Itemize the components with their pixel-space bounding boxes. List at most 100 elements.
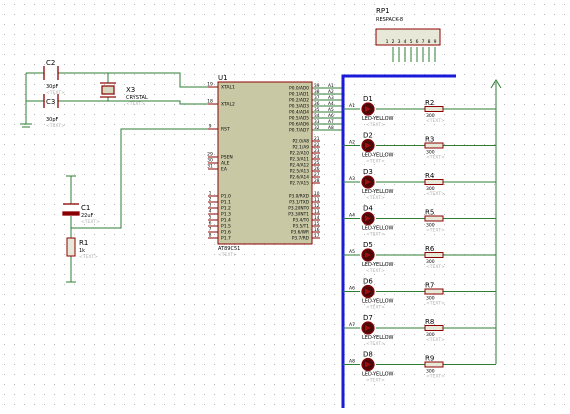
led-ref: D3 (363, 168, 373, 176)
c2-ref: C2 (46, 59, 55, 67)
led-text: <TEXT> (366, 232, 385, 238)
c1-value: 22uF (81, 213, 94, 219)
x3-ref: X3 (126, 86, 135, 94)
u1-pin-name-1: P1.0 (221, 194, 231, 200)
led-value: LED-YELLOW (362, 372, 394, 378)
u1-pin-num-9: 9 (209, 124, 212, 130)
led-net-label: A3 (349, 176, 355, 182)
u1-pin-num-39: 39 (314, 83, 320, 89)
u1-pin-name-34: P0.5/AD5 (289, 116, 309, 122)
resistor-ref: R5 (425, 209, 434, 217)
rp1-pin-labels: 123456789 (386, 39, 437, 45)
led-net-label: A4 (349, 213, 355, 219)
u1-pin-num-33: 33 (314, 119, 320, 125)
u1-pin-name-19: XTAL1 (221, 85, 235, 91)
led-ref: D4 (363, 205, 373, 213)
schematic-canvas[interactable]: RP1 RESPACK-8 123456789 C2 30pF <TEXT> C… (0, 0, 570, 414)
r1-resistor[interactable] (66, 237, 76, 257)
u1-pin-num-21: 21 (314, 136, 320, 142)
resistor-text: <TEXT> (426, 301, 445, 307)
u1-pin-num-31: 31 (207, 164, 213, 170)
x3-text: <TEXT> (126, 101, 145, 107)
u1-pin-name-10: P3.0/RXD (289, 194, 310, 200)
u1-pin-num-26: 26 (314, 166, 320, 172)
resistor-r9[interactable] (424, 361, 444, 368)
u1-pin-name-37: P0.2/AD2 (289, 98, 309, 104)
u1-pin-num-36: 36 (314, 101, 320, 107)
resistor-r7[interactable] (424, 288, 444, 295)
u1-pin-num-13: 13 (314, 209, 320, 215)
u1-pin-name-38: P0.1/AD1 (289, 92, 309, 98)
u1-pin-name-26: P2.5/A13 (290, 169, 310, 175)
u1-pin-num-1: 1 (209, 191, 212, 197)
resistor-ref: R3 (425, 136, 434, 144)
u1-pin-name-9: RST (221, 127, 230, 133)
u1-pin-name-5: P1.4 (221, 218, 231, 224)
net-label-A7: A7 (328, 119, 334, 125)
u1-pin-name-16: P3.6/WR (291, 230, 309, 236)
u1-pin-name-32: P0.7/AD7 (289, 128, 309, 134)
resistor-r8[interactable] (424, 325, 444, 331)
rp1-pin-2: 2 (392, 39, 395, 45)
resistor-r4[interactable] (424, 179, 444, 185)
led-value: LED-YELLOW (362, 153, 394, 159)
u1-pin-num-15: 15 (314, 221, 320, 227)
rp1-pin-3: 3 (398, 39, 401, 45)
u1-pin-num-34: 34 (314, 113, 320, 119)
u1-pin-name-24: P2.3/A11 (290, 157, 310, 163)
led-net-label: A2 (349, 140, 355, 146)
u1-pin-name-33: P0.6/AD6 (289, 122, 309, 128)
resistor-text: <TEXT> (426, 118, 445, 124)
u1-pin-num-17: 17 (314, 233, 320, 239)
led-value: LED-YELLOW (362, 299, 394, 305)
u1-pin-name-12: P3.2/INT0 (288, 206, 309, 212)
u1-pin-num-2: 2 (209, 197, 212, 203)
u1-pin-num-7: 7 (209, 227, 212, 233)
u1-part: AT89C51 (218, 246, 240, 252)
rp1-pin-4: 4 (404, 39, 407, 45)
c3-ref: C3 (46, 98, 55, 106)
u1-pin-num-11: 11 (314, 197, 320, 203)
resistor-r3[interactable] (424, 142, 444, 149)
led-text: <TEXT> (366, 341, 385, 347)
led-value: LED-YELLOW (362, 226, 394, 232)
resistor-ref: R7 (425, 282, 434, 290)
u1-pin-num-8: 8 (209, 233, 212, 239)
u1-pin-num-28: 28 (314, 178, 320, 184)
u1-pin-name-30: ALE (221, 161, 230, 167)
c2-text: <TEXT> (46, 90, 65, 96)
u1-pin-num-10: 10 (314, 191, 320, 197)
u1-text: <TEXT> (218, 252, 237, 258)
rp1-pin-8: 8 (428, 39, 431, 45)
u1-pin-num-37: 37 (314, 95, 320, 101)
resistor-r2[interactable] (424, 106, 444, 112)
net-label-A6: A6 (328, 113, 334, 119)
c2-value: 30pF (46, 84, 59, 90)
led-ref: D6 (363, 278, 373, 286)
resistor-ref: R6 (425, 245, 435, 253)
u1-pin-name-29: PSEN (221, 155, 233, 161)
led-value: LED-YELLOW (362, 116, 394, 122)
x3-value: CRYSTAL (126, 95, 148, 101)
u1-pin-num-3: 3 (209, 203, 212, 209)
resistor-r5[interactable] (424, 215, 444, 222)
u1-pin-name-28: P2.7/A15 (290, 181, 310, 187)
u1-pin-name-25: P2.4/A12 (290, 163, 310, 169)
u1-pin-name-6: P1.5 (221, 224, 231, 230)
u1-pin-name-15: P3.5/T1 (293, 224, 309, 230)
net-label-A1: A1 (328, 83, 334, 89)
led-ref: D5 (363, 241, 373, 249)
led-value: LED-YELLOW (362, 189, 394, 195)
resistor-r6[interactable] (424, 252, 444, 258)
u1-pin-num-24: 24 (314, 154, 320, 160)
r1-text: <TEXT> (79, 254, 98, 260)
u1-pin-name-13: P3.3/INT1 (288, 212, 309, 218)
u1-pin-name-35: P0.4/AD4 (289, 110, 309, 116)
net-label-A2: A2 (328, 89, 334, 95)
led-net-label: A8 (349, 359, 355, 365)
resistor-text: <TEXT> (426, 228, 445, 234)
r1-ref: R1 (79, 239, 88, 247)
u1-pin-num-16: 16 (314, 227, 320, 233)
u1-pin-num-6: 6 (209, 221, 212, 227)
u1-port3-pins: P3.0/RXD 10 P3.1/TXD 11 P3.2/INT0 12 P3.3/INT1… (288, 191, 319, 242)
